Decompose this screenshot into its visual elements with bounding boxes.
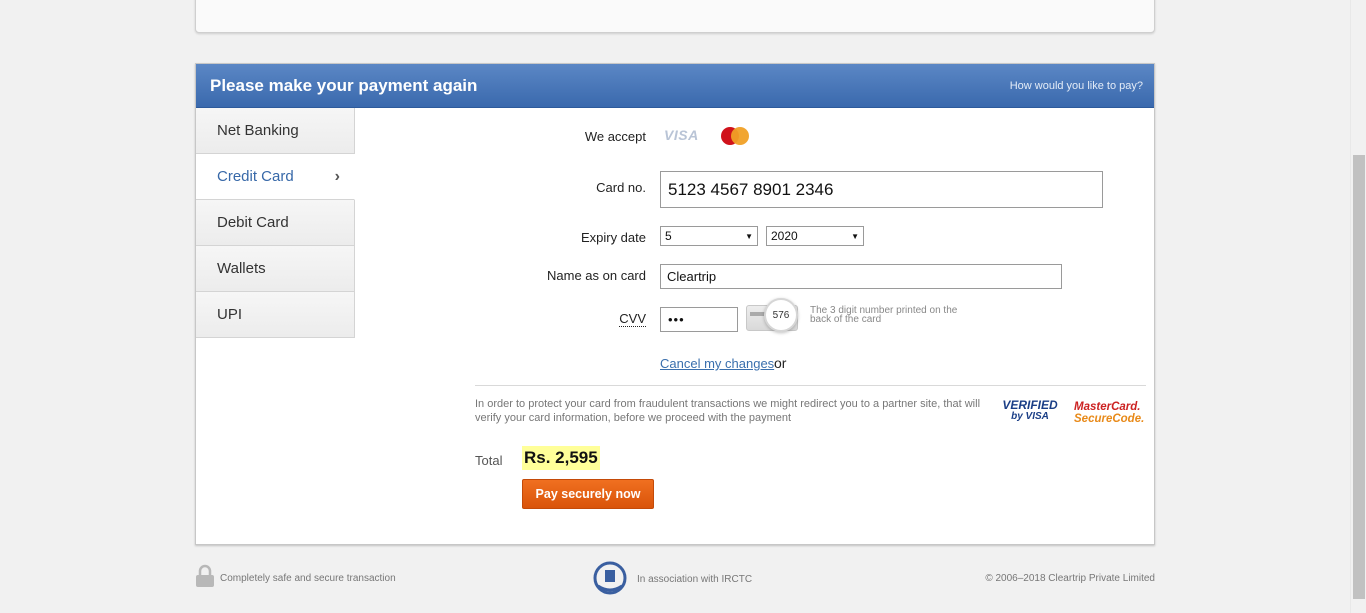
security-notice: In order to protect your card from fraud… (475, 398, 981, 424)
tab-upi[interactable]: UPI (196, 292, 355, 338)
chevron-right-icon: › (334, 167, 340, 185)
verified-visa-line2: by VISA (1011, 411, 1049, 422)
page: Please make your payment again How would… (0, 0, 1366, 613)
cvv-sample-bubble: 576 (764, 298, 798, 332)
payment-help-link[interactable]: How would you like to pay? (1010, 80, 1143, 92)
tab-label: Net Banking (217, 122, 299, 139)
scrollbar-thumb[interactable] (1353, 155, 1365, 599)
dropdown-arrow-icon: ▼ (745, 231, 753, 241)
payment-panel: Please make your payment again How would… (195, 63, 1155, 545)
cvv-help-text: The 3 digit number printed on the back o… (810, 305, 958, 325)
we-accept-label: We accept (584, 129, 646, 144)
vertical-scrollbar[interactable] (1350, 0, 1366, 613)
mc-secure-line2: SecureCode. (1074, 413, 1145, 425)
irctc-logo-icon (593, 561, 627, 595)
visa-logo: VISA (664, 127, 699, 143)
tab-label: UPI (217, 306, 243, 323)
card-no-label: Card no. (596, 180, 646, 195)
verified-visa-line1: VERIFIED (1002, 398, 1058, 412)
credit-card-form: We accept VISA Card no. 5123 4567 8901 2… (356, 108, 1154, 544)
mastercard-securecode-logo: MasterCard. SecureCode. (1074, 401, 1145, 425)
panel-header: Please make your payment again How would… (196, 64, 1154, 108)
cvv-label-row: CVV (516, 311, 646, 327)
expiry-month-select[interactable]: 5 ▼ (660, 226, 758, 246)
tab-label: Wallets (217, 260, 266, 277)
payment-method-tabs: Net Banking Credit Card › Debit Card Wall… (196, 108, 355, 338)
panel-title: Please make your payment again (210, 75, 478, 95)
total-label: Total (475, 453, 503, 468)
tab-credit-card[interactable]: Credit Card › (196, 154, 355, 200)
expiry-month-value: 5 (665, 229, 672, 243)
tab-net-banking[interactable]: Net Banking (196, 108, 355, 154)
tab-label: Credit Card (217, 168, 294, 185)
tab-wallets[interactable]: Wallets (196, 246, 355, 292)
card-number-input[interactable]: 5123 4567 8901 2346 (660, 171, 1103, 208)
cvv-label: CVV (619, 311, 646, 327)
tab-label: Debit Card (217, 214, 289, 231)
copyright-text: © 2006–2018 Cleartrip Private Limited (985, 573, 1155, 584)
name-on-card-label: Name as on card (547, 268, 646, 283)
expiry-year-select[interactable]: 2020 ▼ (766, 226, 864, 246)
cancel-changes-link[interactable]: Cancel my changes (660, 356, 774, 371)
divider (475, 385, 1146, 386)
tab-debit-card[interactable]: Debit Card (196, 200, 355, 246)
or-text: or (774, 355, 787, 371)
lock-icon (196, 564, 214, 587)
cvv-input[interactable]: ••• (660, 307, 738, 332)
name-on-card-input[interactable]: Cleartrip (660, 264, 1062, 289)
verified-by-visa-logo: VERIFIED by VISA (1001, 398, 1059, 422)
mc-secure-line1: MasterCard. (1074, 401, 1141, 413)
pay-securely-button[interactable]: Pay securely now (522, 479, 654, 509)
total-amount: Rs. 2,595 (522, 446, 600, 470)
irctc-association-text: In association with IRCTC (637, 574, 753, 585)
expiry-date-label: Expiry date (580, 230, 646, 245)
mastercard-logo-icon (721, 127, 749, 145)
expiry-year-value: 2020 (771, 229, 798, 243)
dropdown-arrow-icon: ▼ (851, 231, 859, 241)
footer: Completely safe and secure transaction I… (195, 560, 1155, 600)
secure-transaction-text: Completely safe and secure transaction (220, 573, 396, 584)
previous-section-card (195, 0, 1155, 33)
